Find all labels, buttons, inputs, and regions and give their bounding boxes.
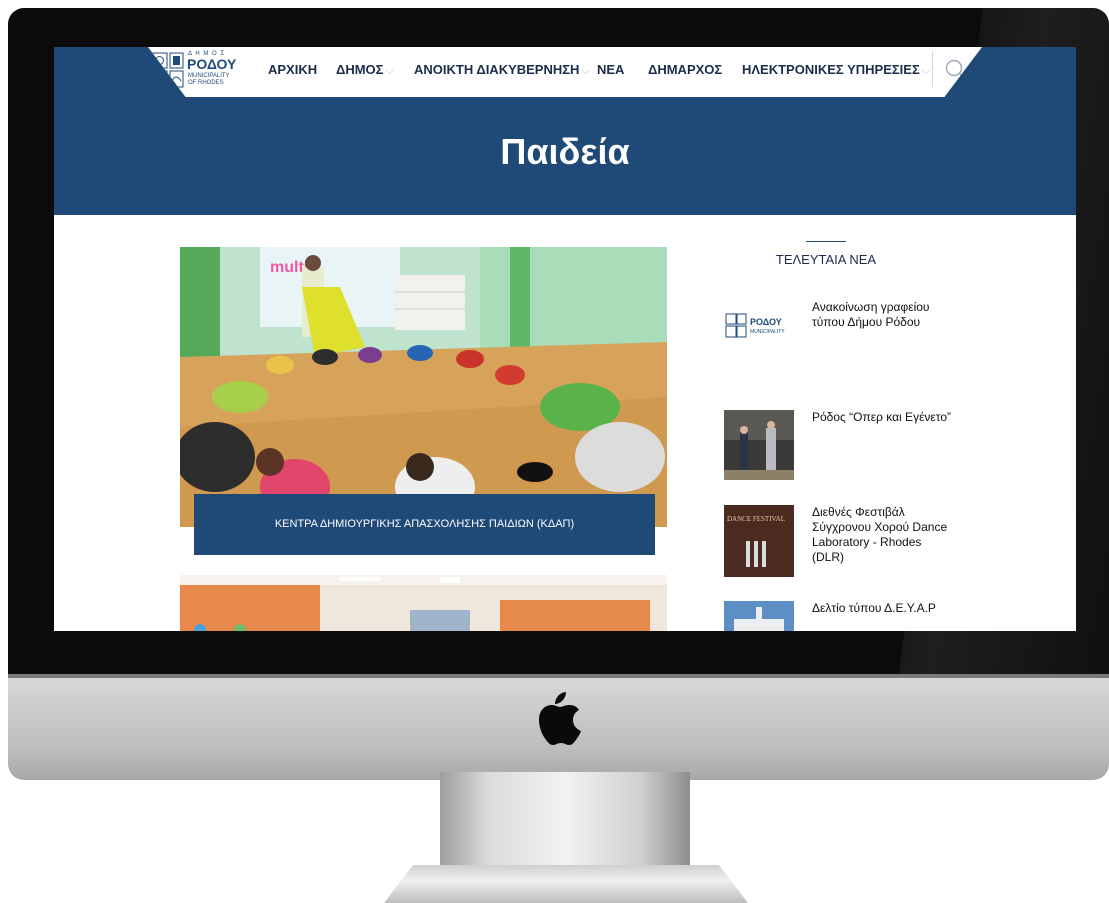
page-title: Παιδεία: [500, 131, 630, 172]
nav-item-e-services[interactable]: ΗΛΕΚΤΡΟΝΙΚΕΣ ΥΠΗΡΕΣΙΕΣ ⌵: [742, 62, 930, 78]
thumb-logo-text: ΡΟΔΟΥ: [750, 317, 782, 327]
nav-item-label: ΗΛΕΚΤΡΟΝΙΚΕΣ ΥΠΗΡΕΣΙΕΣ: [742, 62, 920, 77]
thumb-logo-subtext: MUNICIPALITY: [750, 329, 785, 335]
browser-viewport: Δ Η Μ Ο Σ ΡΟΔΟΥ MUNICIPALITY OF RHODES Α…: [54, 47, 1076, 631]
chevron-down-icon: ⌵: [581, 65, 590, 77]
news-thumbnail: [724, 601, 794, 631]
article-caption-text: ΚΕΝΤΡΑ ΔΗΜΙΟΥΡΓΙΚΗΣ ΑΠΑΣΧΟΛΗΣΗΣ ΠΑΙΔΙΩΝ …: [274, 518, 575, 530]
imac-stand-base: [384, 865, 748, 903]
logo-text-rodou: ΡΟΔΟΥ: [187, 56, 237, 72]
nav-item-dimos[interactable]: ΔΗΜΟΣ ⌵: [336, 62, 394, 78]
sidebar-heading: ΤΕΛΕΥΤΑΙΑ ΝΕΑ: [775, 252, 877, 267]
sidebar-heading-rule: [806, 241, 846, 242]
news-title[interactable]: Ανακοίνωση γραφείου τύπου Δήμου Ρόδου: [812, 300, 952, 330]
chevron-down-icon: ⌵: [385, 65, 394, 77]
chevron-down-icon: ⌵: [921, 65, 931, 77]
nav-item-label: ΔΗΜΟΣ: [336, 62, 384, 77]
news-title[interactable]: Δελτίο τύπου Δ.Ε.Υ.Α.Ρ: [812, 601, 952, 616]
apple-logo-icon: [539, 692, 581, 745]
news-title[interactable]: Ρόδος “Οπερ και Εγένετο”: [812, 410, 952, 425]
nav-item-label: ΝΕΑ: [597, 62, 625, 77]
logo-text-municipality: MUNICIPALITY: [188, 73, 230, 79]
news-thumbnail-logo: ΡΟΔΟΥ MUNICIPALITY: [724, 300, 794, 355]
nav-item-label: ΔΗΜΑΡΧΟΣ: [648, 62, 723, 77]
article-image-kdap[interactable]: multis: [180, 247, 667, 527]
article-caption-kdap[interactable]: ΚΕΝΤΡΑ ΔΗΜΙΟΥΡΓΙΚΗΣ ΑΠΑΣΧΟΛΗΣΗΣ ΠΑΙΔΙΩΝ …: [194, 494, 655, 555]
nav-divider: [932, 51, 933, 87]
top-navigation: Δ Η Μ Ο Σ ΡΟΔΟΥ MUNICIPALITY OF RHODES Α…: [148, 47, 982, 97]
nav-item-label: ΑΡΧΙΚΗ: [268, 62, 318, 77]
nav-item-label: ΑΝΟΙΚΤΗ ΔΙΑΚΥΒΕΡΝΗΣΗ: [414, 62, 580, 77]
chin-divider: [8, 674, 1109, 678]
article-image-second[interactable]: [180, 575, 667, 631]
news-thumbnail: DANCE FESTIVAL: [724, 505, 794, 577]
news-thumbnail: [724, 410, 794, 480]
news-title[interactable]: Διεθνές Φεστιβάλ Σύγχρονου Χορού Dance L…: [812, 505, 952, 565]
nav-item-open-government[interactable]: ΑΝΟΙΚΤΗ ΔΙΑΚΥΒΕΡΝΗΣΗ ⌵: [414, 62, 590, 78]
nav-item-news[interactable]: ΝΕΑ: [597, 62, 624, 77]
nav-item-mayor[interactable]: ΔΗΜΑΡΧΟΣ: [648, 62, 722, 77]
thumb-festival-text: DANCE FESTIVAL: [727, 515, 785, 523]
logo-text-rhodes: OF RHODES: [188, 80, 224, 86]
nav-item-home[interactable]: ΑΡΧΙΚΗ: [268, 62, 317, 77]
